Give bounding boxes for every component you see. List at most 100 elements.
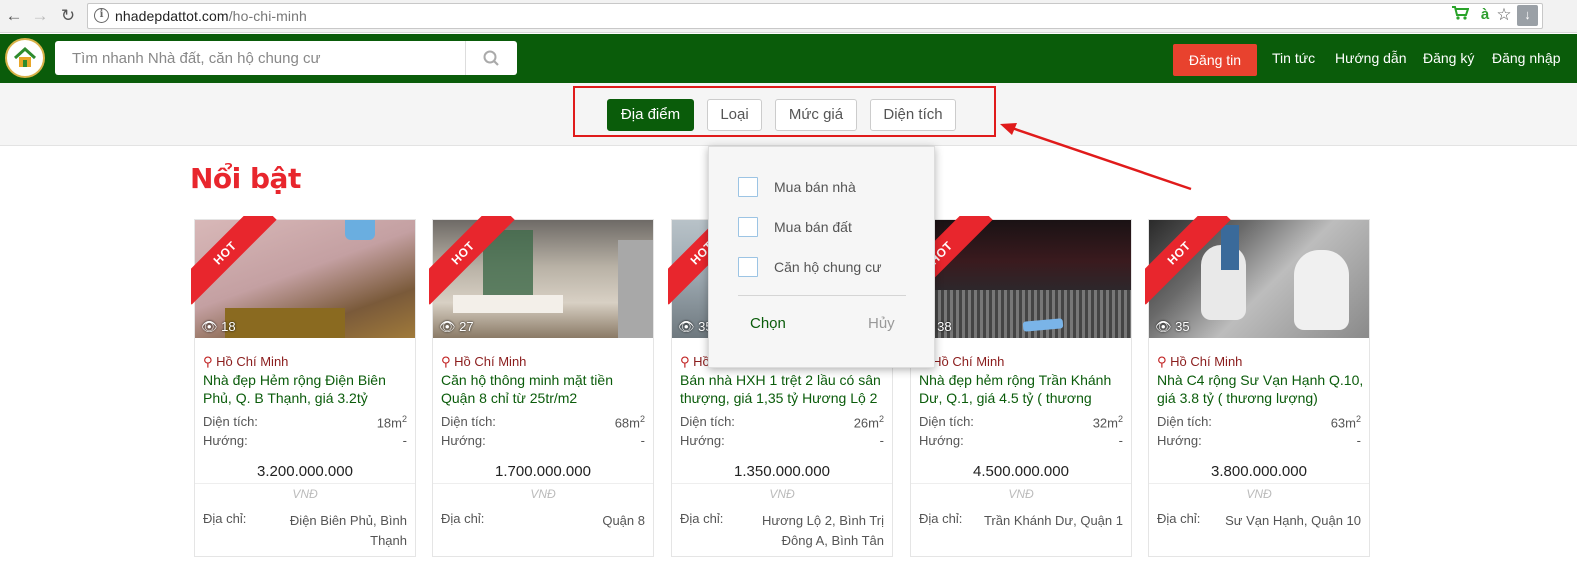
- views-value: 35: [1175, 319, 1190, 334]
- login-link[interactable]: Đăng nhập: [1492, 50, 1561, 66]
- translate-extension-icon[interactable]: à: [1475, 5, 1495, 25]
- map-pin-icon: ⚲: [1157, 354, 1167, 369]
- forward-arrow-icon[interactable]: →: [29, 5, 51, 27]
- filter-location-button[interactable]: Địa điểm: [607, 99, 694, 131]
- type-dropdown-panel: Mua bán nhà Mua bán đất Căn hộ chung cư …: [708, 146, 935, 368]
- option-label: Căn hộ chung cư: [774, 259, 882, 275]
- listing-location[interactable]: ⚲ Hồ Chí Minh: [1157, 354, 1242, 370]
- address-value: Sư Vạn Hạnh, Quận 10: [1225, 513, 1361, 528]
- area-value: 18m: [376, 415, 402, 431]
- search-icon: [483, 50, 499, 66]
- listing-card[interactable]: HOT 👁 38 ⚲ Hồ Chí Minh Nhà đẹp hẻm rộng …: [907, 216, 1132, 557]
- listing-title[interactable]: Nhà đẹp hẻm rộng Trần Khánh Dư, Q.1, giá…: [919, 371, 1127, 407]
- currency-label: VNĐ: [911, 483, 1131, 501]
- bookmark-star-icon[interactable]: ☆: [1494, 5, 1514, 25]
- eye-icon: 👁: [678, 319, 695, 334]
- currency-label: VNĐ: [433, 483, 653, 501]
- search-box: [55, 41, 517, 75]
- guide-link[interactable]: Hướng dẫn: [1335, 50, 1406, 66]
- option-label: Mua bán nhà: [774, 179, 856, 195]
- hot-label: HOT: [429, 216, 515, 305]
- listing-title[interactable]: Nhà C4 rộng Sư Vạn Hạnh Q.10, giá 3.8 tỷ…: [1157, 371, 1365, 407]
- direction-value: -: [640, 433, 645, 448]
- direction-row: Hướng: -: [680, 433, 884, 448]
- location-text: Hồ Chí Minh: [454, 354, 527, 369]
- browser-toolbar: ← → ↻ i nhadepdattot.com/ho-chi-minh à ☆…: [0, 0, 1577, 33]
- filter-type-button[interactable]: Loại: [707, 99, 762, 131]
- direction-row: Hướng: -: [441, 433, 645, 448]
- back-arrow-icon[interactable]: ←: [3, 5, 25, 27]
- listing-location[interactable]: ⚲ Hồ Chí Minh: [203, 354, 288, 370]
- views-count: 👁 35: [1155, 319, 1190, 335]
- listing-title[interactable]: Nhà đẹp Hẻm rộng Điện Biên Phủ, Q. B Thạ…: [203, 371, 411, 407]
- area-row: Diện tích: 18m2: [203, 414, 407, 431]
- direction-label: Hướng:: [1157, 433, 1202, 448]
- listing-price: 3.800.000.000: [1211, 463, 1307, 480]
- hot-label: HOT: [1145, 216, 1231, 305]
- listing-title[interactable]: Căn hộ thông minh mặt tiền Quận 8 chỉ từ…: [441, 371, 649, 407]
- area-row: Diện tích: 32m2: [919, 414, 1123, 431]
- site-header: Đăng tin Tin tức Hướng dẫn Đăng ký Đăng …: [0, 34, 1577, 83]
- reload-icon[interactable]: ↻: [57, 5, 79, 27]
- listing-card[interactable]: HOT 👁 27 ⚲ Hồ Chí Minh Căn hộ thông minh…: [429, 216, 654, 557]
- option-label: Mua bán đất: [774, 219, 852, 235]
- area-row: Diện tích: 68m2: [441, 414, 645, 431]
- choose-button[interactable]: Chọn: [750, 315, 786, 332]
- direction-label: Hướng:: [919, 433, 964, 448]
- views-count: 👁 18: [201, 319, 236, 335]
- listing-location[interactable]: ⚲ Hồ Chí Minh: [441, 354, 526, 370]
- listing-price: 1.700.000.000: [495, 463, 591, 480]
- checkbox[interactable]: [738, 217, 758, 237]
- listing-price: 4.500.000.000: [973, 463, 1069, 480]
- direction-row: Hướng: -: [1157, 433, 1361, 448]
- area-value: 68m: [614, 415, 640, 431]
- area-row: Diện tích: 63m2: [1157, 414, 1361, 431]
- eye-icon: 👁: [1155, 319, 1172, 334]
- divider: [738, 295, 906, 296]
- area-label: Diện tích:: [203, 414, 258, 429]
- filter-area-button[interactable]: Diện tích: [870, 99, 956, 131]
- area-label: Diện tích:: [1157, 414, 1212, 429]
- news-link[interactable]: Tin tức: [1272, 50, 1315, 66]
- listing-card[interactable]: HOT 👁 18 ⚲ Hồ Chí Minh Nhà đẹp Hẻm rộng …: [191, 216, 416, 557]
- views-value: 18: [221, 319, 236, 334]
- direction-row: Hướng: -: [919, 433, 1123, 448]
- location-text: Hồ Chí Minh: [216, 354, 289, 369]
- search-input[interactable]: [55, 41, 465, 75]
- address-label: Địa chỉ:: [680, 511, 724, 526]
- direction-label: Hướng:: [680, 433, 725, 448]
- area-value: 63m: [1330, 415, 1356, 431]
- map-pin-icon: ⚲: [203, 354, 213, 369]
- hot-label: HOT: [191, 216, 277, 305]
- direction-label: Hướng:: [203, 433, 248, 448]
- site-logo[interactable]: [5, 38, 45, 78]
- listing-title[interactable]: Bán nhà HXH 1 trệt 2 lầu có sân thượng, …: [680, 371, 888, 407]
- info-icon[interactable]: i: [94, 8, 109, 23]
- cancel-button[interactable]: Hủy: [868, 315, 895, 332]
- url-text: nhadepdattot.com/ho-chi-minh: [115, 8, 307, 24]
- checkbox[interactable]: [738, 257, 758, 277]
- hot-ribbon: HOT: [191, 216, 281, 306]
- area-row: Diện tích: 26m2: [680, 414, 884, 431]
- direction-value: -: [1356, 433, 1361, 448]
- post-listing-button[interactable]: Đăng tin: [1173, 44, 1257, 76]
- checkbox[interactable]: [738, 177, 758, 197]
- currency-label: VNĐ: [1149, 483, 1369, 501]
- cart-extension-icon[interactable]: [1450, 5, 1470, 25]
- direction-label: Hướng:: [441, 433, 486, 448]
- register-link[interactable]: Đăng ký: [1423, 50, 1474, 66]
- filter-price-button[interactable]: Mức giá: [775, 99, 857, 131]
- listing-price: 3.200.000.000: [257, 463, 353, 480]
- address-bar[interactable]: i nhadepdattot.com/ho-chi-minh: [87, 3, 1543, 29]
- section-title: Nổi bật: [190, 162, 301, 195]
- download-icon[interactable]: ↓: [1517, 5, 1538, 26]
- map-pin-icon: ⚲: [441, 354, 451, 369]
- search-button[interactable]: [465, 41, 517, 75]
- area-label: Diện tích:: [919, 414, 974, 429]
- area-value: 26m: [853, 415, 879, 431]
- map-pin-icon: ⚲: [680, 354, 690, 369]
- listing-card[interactable]: HOT 👁 35 ⚲ Hồ Chí Minh Nhà C4 rộng Sư Vạ…: [1145, 216, 1370, 557]
- views-count: 👁 27: [439, 319, 474, 335]
- currency-label: VNĐ: [672, 483, 892, 501]
- location-text: Hồ Chí Minh: [1170, 354, 1243, 369]
